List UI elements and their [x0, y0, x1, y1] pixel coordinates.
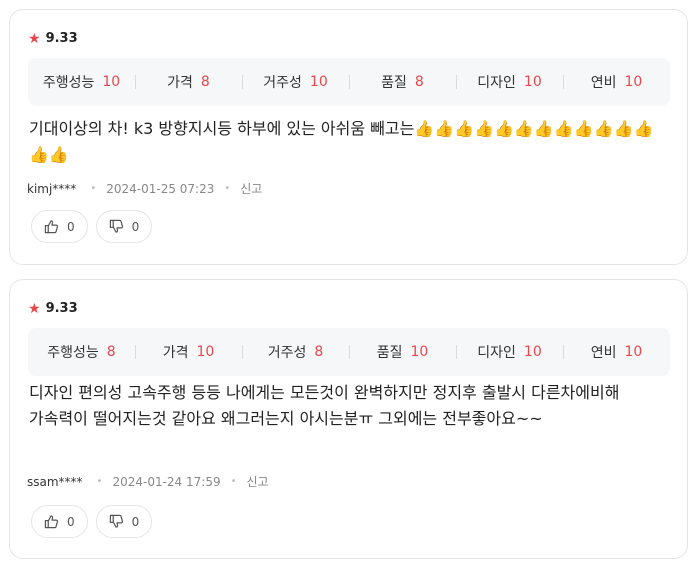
metric-value: 10	[624, 74, 643, 90]
thumbs-down-icon	[109, 514, 124, 529]
metric-item: 연비 10	[563, 342, 670, 362]
like-button[interactable]: 0	[31, 210, 88, 243]
metric-item: 디자인 10	[456, 72, 563, 92]
rating: ★ 9.33	[28, 31, 78, 46]
reviewer-name: kimj****	[27, 181, 77, 196]
metric-label: 디자인	[477, 345, 516, 361]
metric-item: 거주성 10	[242, 72, 349, 92]
vote-buttons: 0 0	[31, 505, 153, 538]
metric-item: 디자인 10	[456, 342, 563, 362]
star-icon: ★	[28, 300, 41, 317]
thumbs-up-icon	[44, 514, 59, 529]
review-meta: kimj**** • 2024-01-25 07:23 • 신고	[27, 180, 262, 197]
metric-scores: 주행성능 10 가격 8 거주성 10 품질 8 디자인 10 연비 10	[28, 58, 670, 106]
reviewer-name: ssam****	[27, 474, 83, 489]
metric-value: 10	[196, 344, 215, 360]
metric-value: 8	[414, 74, 424, 90]
report-link[interactable]: 신고	[240, 180, 262, 197]
metric-item: 가격 8	[135, 72, 242, 92]
metric-value: 10	[523, 344, 542, 360]
rating-score: 9.33	[45, 31, 78, 46]
metric-label: 연비	[590, 345, 617, 361]
rating-score: 9.33	[45, 301, 78, 316]
like-count: 0	[67, 514, 75, 529]
metric-value: 10	[624, 344, 643, 360]
vote-buttons: 0 0	[31, 210, 153, 243]
metric-item: 주행성능 8	[28, 342, 135, 362]
separator-dot: •	[96, 476, 103, 487]
metric-item: 품질 10	[349, 342, 456, 362]
review-date: 2024-01-25 07:23	[106, 181, 215, 196]
metric-value: 8	[106, 344, 116, 360]
metric-label: 주행성능	[42, 75, 95, 91]
dislike-count: 0	[131, 514, 140, 529]
dislike-button[interactable]: 0	[95, 210, 153, 243]
report-link[interactable]: 신고	[247, 473, 269, 490]
metric-value: 10	[102, 74, 121, 90]
metric-value: 10	[309, 74, 328, 90]
metric-label: 거주성	[267, 345, 307, 361]
metric-value: 8	[314, 344, 324, 360]
metric-label: 거주성	[263, 75, 302, 91]
metric-value: 8	[200, 74, 210, 90]
metric-value: 10	[523, 74, 542, 90]
metric-item: 가격 10	[135, 342, 242, 362]
review-date: 2024-01-24 17:59	[112, 474, 221, 489]
metric-label: 품질	[381, 75, 407, 91]
metric-label: 연비	[590, 75, 617, 91]
thumbs-down-icon	[109, 219, 124, 234]
metric-label: 가격	[167, 75, 193, 91]
metric-label: 가격	[162, 345, 189, 361]
dislike-button[interactable]: 0	[95, 505, 153, 538]
review-meta: ssam**** • 2024-01-24 17:59 • 신고	[27, 473, 269, 490]
metric-item: 주행성능 10	[28, 72, 135, 92]
metric-value: 10	[410, 344, 429, 360]
metric-scores: 주행성능 8 가격 10 거주성 8 품질 10 디자인 10 연비 10	[28, 328, 670, 376]
thumbs-up-icon	[44, 219, 59, 234]
like-count: 0	[67, 219, 75, 234]
separator-dot: •	[224, 183, 231, 194]
metric-label: 품질	[376, 345, 403, 361]
separator-dot: •	[90, 183, 97, 194]
review-text: 기대이상의 차! k3 방향지시등 하부에 있는 아쉬움 빼고는👍👍👍👍👍👍👍👍…	[29, 119, 654, 164]
metric-item: 품질 8	[349, 72, 456, 92]
like-button[interactable]: 0	[31, 505, 88, 538]
review-text: 디자인 편의성 고속주행 등등 나에게는 모든것이 완벽하지만 정지후 출발시 …	[29, 383, 620, 428]
metric-label: 디자인	[477, 75, 516, 91]
dislike-count: 0	[131, 219, 140, 234]
star-icon: ★	[28, 30, 41, 47]
metric-item: 연비 10	[563, 72, 670, 92]
metric-label: 주행성능	[47, 345, 99, 361]
separator-dot: •	[230, 476, 237, 487]
review-card: ★ 9.33 주행성능 10 가격 8 거주성 10 품질 8 디자인 10 연…	[9, 9, 688, 265]
review-card: ★ 9.33 주행성능 8 가격 10 거주성 8 품질 10 디자인 10 연…	[9, 279, 688, 559]
rating: ★ 9.33	[28, 301, 78, 316]
metric-item: 거주성 8	[242, 342, 349, 362]
